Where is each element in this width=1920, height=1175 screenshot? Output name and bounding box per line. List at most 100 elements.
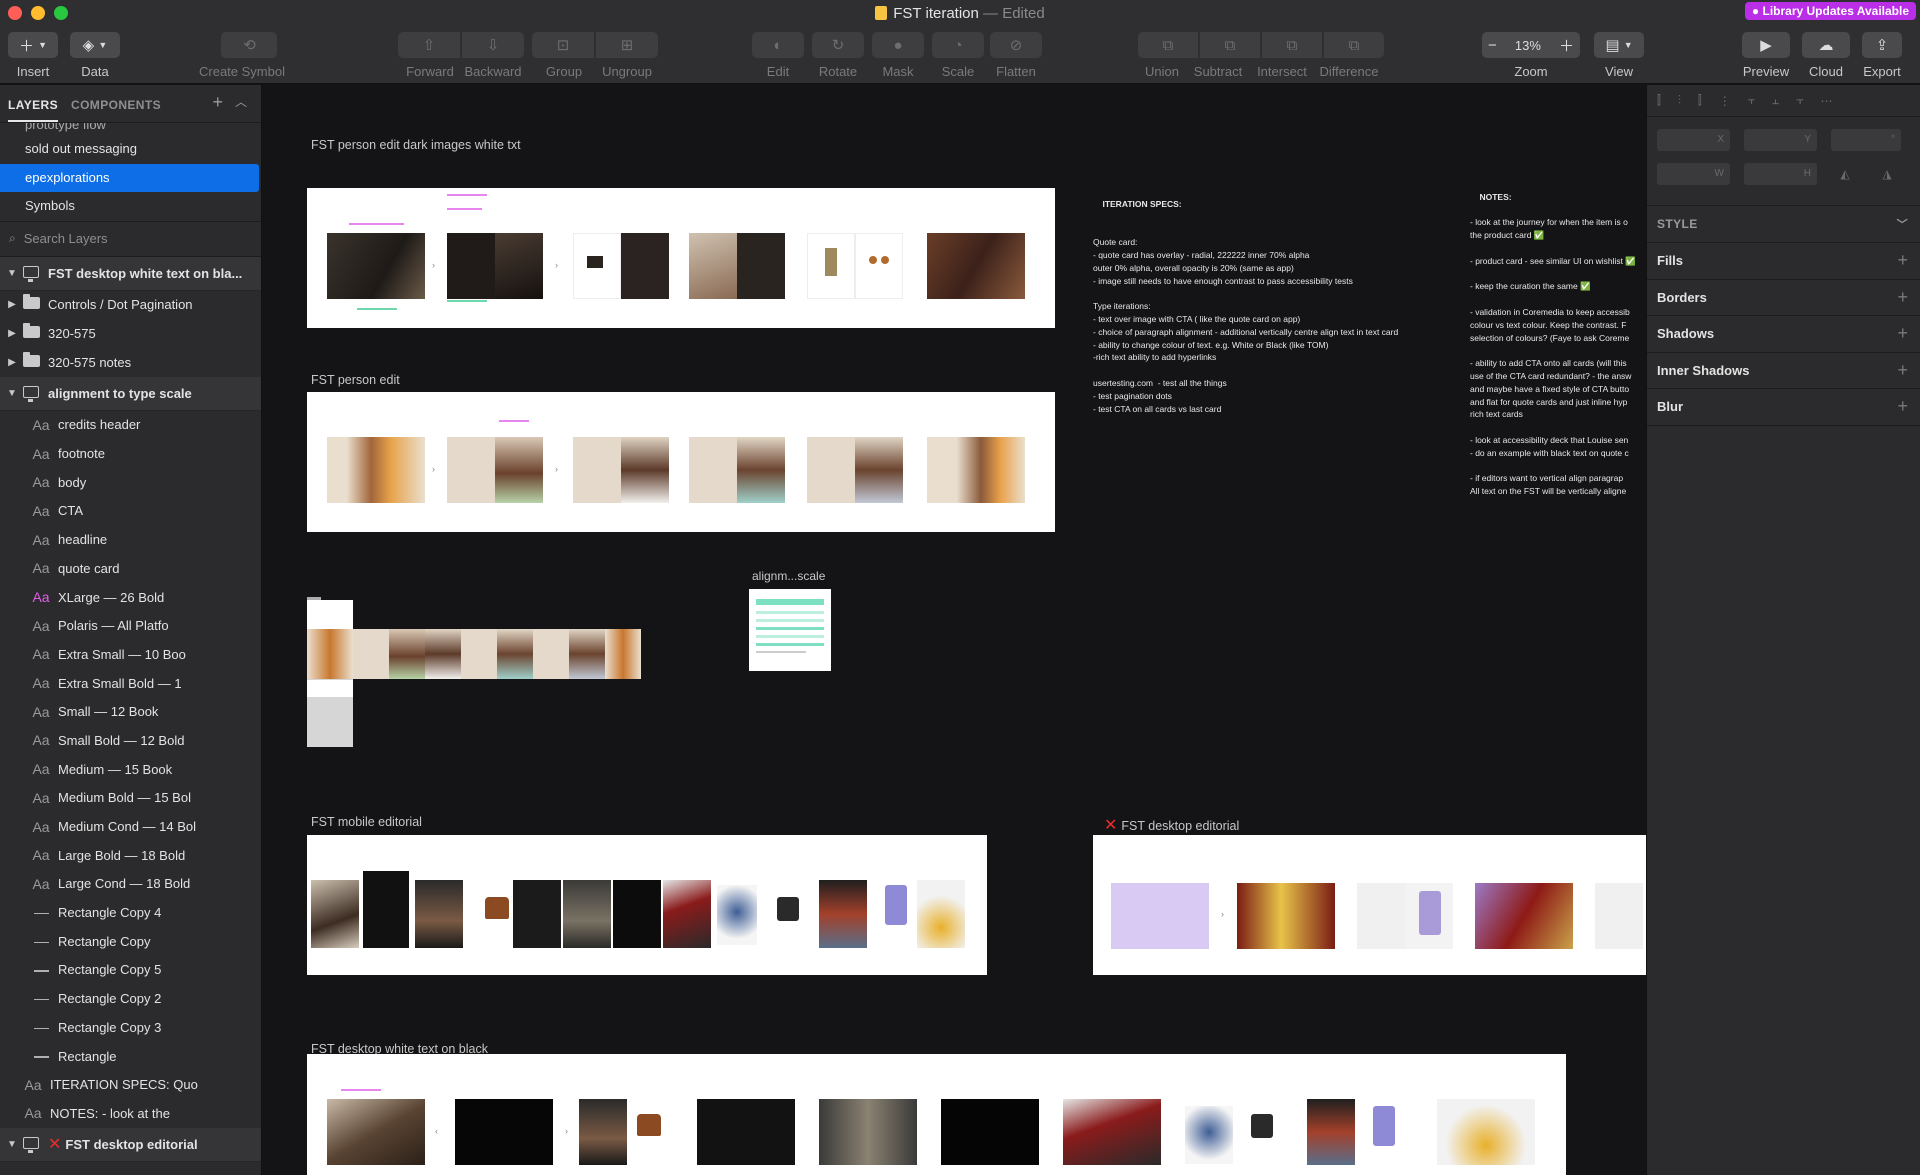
align-top-icon[interactable]: ⫟ [1748, 93, 1755, 108]
y-field[interactable]: Y [1744, 129, 1817, 151]
add-icon[interactable]: + [1897, 250, 1908, 271]
page-item[interactable]: prototype flow [0, 123, 261, 135]
chevron-up-icon[interactable]: ︿ [235, 93, 247, 110]
disclosure-expanded-icon[interactable]: ▼ [4, 1139, 20, 1150]
union-button[interactable]: ⧉ [1138, 32, 1198, 58]
flip-vertical-icon[interactable]: ◮ [1873, 163, 1901, 185]
zoom-in-icon[interactable]: ＋ [1559, 35, 1574, 56]
artboard-title-dark-images[interactable]: FST person edit dark images white txt [311, 138, 521, 152]
view-button[interactable]: ▤ ▼ [1594, 32, 1644, 58]
canvas[interactable]: FST person edit dark images white txt › … [263, 85, 1646, 1175]
layer-row[interactable]: Aa Medium — 15 Book [0, 755, 261, 784]
layer-row[interactable]: ▶ 320-575 [0, 319, 261, 348]
layer-row[interactable]: Aa Polaris — All Platfo [0, 611, 261, 640]
add-icon[interactable]: + [1897, 396, 1908, 417]
align-right-icon[interactable]: ⫿ [1698, 93, 1702, 108]
layer-row[interactable]: ▼ FST desktop white text on bla... [0, 256, 261, 291]
add-icon[interactable]: + [1897, 323, 1908, 344]
artboard-desktop-editorial[interactable]: › [1093, 835, 1646, 975]
distribute-vertical-icon[interactable]: ⋯ [1821, 94, 1833, 108]
artboard-person-edit[interactable]: › › [307, 392, 1055, 532]
layer-row[interactable]: Aa Large Cond — 18 Bold [0, 870, 261, 899]
add-icon[interactable]: + [1897, 360, 1908, 381]
artboard-white-on-black[interactable]: ‹ › [307, 1054, 1566, 1175]
x-field[interactable]: X [1657, 129, 1730, 151]
layer-row[interactable]: Aa headline [0, 525, 261, 554]
layer-row[interactable]: Aa Extra Small Bold — 1 [0, 669, 261, 698]
zoom-control[interactable]: − 13% ＋ [1482, 32, 1580, 58]
artboard-alignment[interactable] [749, 589, 831, 671]
width-field[interactable]: W [1657, 163, 1730, 185]
layer-row[interactable]: Aa Extra Small — 10 Boo [0, 640, 261, 669]
artboard-mobile-editorial[interactable] [307, 835, 987, 975]
create-symbol-button[interactable]: ⟲ [221, 32, 278, 58]
style-row-borders[interactable]: Borders + [1647, 280, 1920, 316]
data-button[interactable]: ◈ ▼ [70, 32, 120, 58]
zoom-out-icon[interactable]: − [1488, 37, 1497, 54]
chevron-down-icon[interactable]: ﹀ [1897, 216, 1908, 232]
layer-row[interactable]: Aa XLarge — 26 Bold [0, 583, 261, 612]
align-bottom-icon[interactable]: ⫟ [1796, 93, 1803, 108]
layer-row[interactable]: ▶ Controls / Dot Pagination [0, 291, 261, 320]
flatten-button[interactable]: ⊘ [990, 32, 1042, 58]
disclosure-collapsed-icon[interactable]: ▶ [4, 357, 20, 368]
layer-row[interactable]: ▶ 320-575 notes [0, 348, 261, 377]
insert-button[interactable]: ＋ ▼ [8, 32, 58, 58]
search-layers-placeholder[interactable]: Search Layers [24, 231, 108, 246]
export-button[interactable]: ⇪ [1862, 32, 1902, 58]
layer-row[interactable]: Aa Large Bold — 18 Bold [0, 841, 261, 870]
cloud-button[interactable]: ☁ [1802, 32, 1850, 58]
rotation-field[interactable]: ° [1831, 129, 1901, 151]
intersect-button[interactable]: ⧉ [1262, 32, 1322, 58]
layer-row[interactable]: Aa body [0, 468, 261, 497]
edit-button[interactable]: ◐ [752, 32, 804, 58]
style-row-shadows[interactable]: Shadows + [1647, 316, 1920, 353]
tab-layers[interactable]: LAYERS [8, 98, 58, 122]
disclosure-expanded-icon[interactable]: ▼ [4, 388, 20, 399]
flip-horizontal-icon[interactable]: ◭ [1831, 163, 1859, 185]
artboard-dark-images[interactable]: › › [307, 188, 1055, 328]
style-row-blur[interactable]: Blur + [1647, 389, 1920, 426]
artboard-title-desktop-editorial[interactable]: ✕ FST desktop editorial [1104, 815, 1239, 835]
disclosure-collapsed-icon[interactable]: ▶ [4, 299, 20, 310]
layer-row[interactable]: Rectangle Copy [0, 927, 261, 956]
mask-button[interactable]: ● [872, 32, 924, 58]
artboard-title-mobile-editorial[interactable]: FST mobile editorial [311, 815, 422, 829]
subtract-button[interactable]: ⧉ [1200, 32, 1260, 58]
style-section-header[interactable]: STYLE ﹀ [1647, 205, 1920, 243]
style-row-fills[interactable]: Fills + [1647, 243, 1920, 280]
rotate-button[interactable]: ↻ [812, 32, 864, 58]
align-middle-icon[interactable]: ⫠ [1772, 93, 1779, 108]
layer-row[interactable]: ▼ ✕ FST desktop editorial [0, 1127, 261, 1162]
layer-row[interactable]: Aa quote card [0, 554, 261, 583]
page-item[interactable]: sold out messaging [0, 135, 261, 164]
height-field[interactable]: H [1744, 163, 1817, 185]
layer-row[interactable]: Rectangle [0, 1042, 261, 1071]
backward-button[interactable]: ⇩ [462, 32, 524, 58]
layer-row[interactable]: Aa Small — 12 Book [0, 697, 261, 726]
artboard-title-alignment[interactable]: alignm...scale [752, 569, 825, 583]
add-icon[interactable]: + [1897, 287, 1908, 308]
group-button[interactable]: ⊡ [532, 32, 594, 58]
library-updates-badge[interactable]: ● Library Updates Available [1744, 2, 1916, 20]
page-item[interactable]: Symbols [0, 192, 261, 221]
layer-search[interactable]: ⌕ Search Layers [0, 220, 261, 257]
notes-text[interactable]: NOTES: - look at the journey for when th… [1470, 178, 1646, 578]
layer-row[interactable]: Aa credits header [0, 411, 261, 440]
add-page-icon[interactable]: + [212, 92, 223, 113]
disclosure-expanded-icon[interactable]: ▼ [4, 268, 20, 279]
forward-button[interactable]: ⇧ [398, 32, 460, 58]
disclosure-collapsed-icon[interactable]: ▶ [4, 328, 20, 339]
iteration-specs-text[interactable]: ITERATION SPECS: Quote card: - quote card… [1093, 185, 1453, 485]
scale-button[interactable]: ◔ [932, 32, 984, 58]
style-row-inner-shadows[interactable]: Inner Shadows + [1647, 353, 1920, 389]
layer-row[interactable]: Rectangle Copy 2 [0, 984, 261, 1013]
layer-row[interactable]: Aa footnote [0, 439, 261, 468]
layer-row[interactable]: Aa ITERATION SPECS: Quo [0, 1070, 261, 1099]
preview-button[interactable]: ▶ [1742, 32, 1790, 58]
artboard-title-person-edit[interactable]: FST person edit [311, 373, 400, 387]
layer-row[interactable]: Rectangle Copy 5 [0, 956, 261, 985]
layer-row[interactable]: ▼ alignment to type scale [0, 376, 261, 411]
distribute-horizontal-icon[interactable]: ⋮ [1719, 94, 1731, 108]
layer-row[interactable]: Aa NOTES: - look at the [0, 1099, 261, 1128]
